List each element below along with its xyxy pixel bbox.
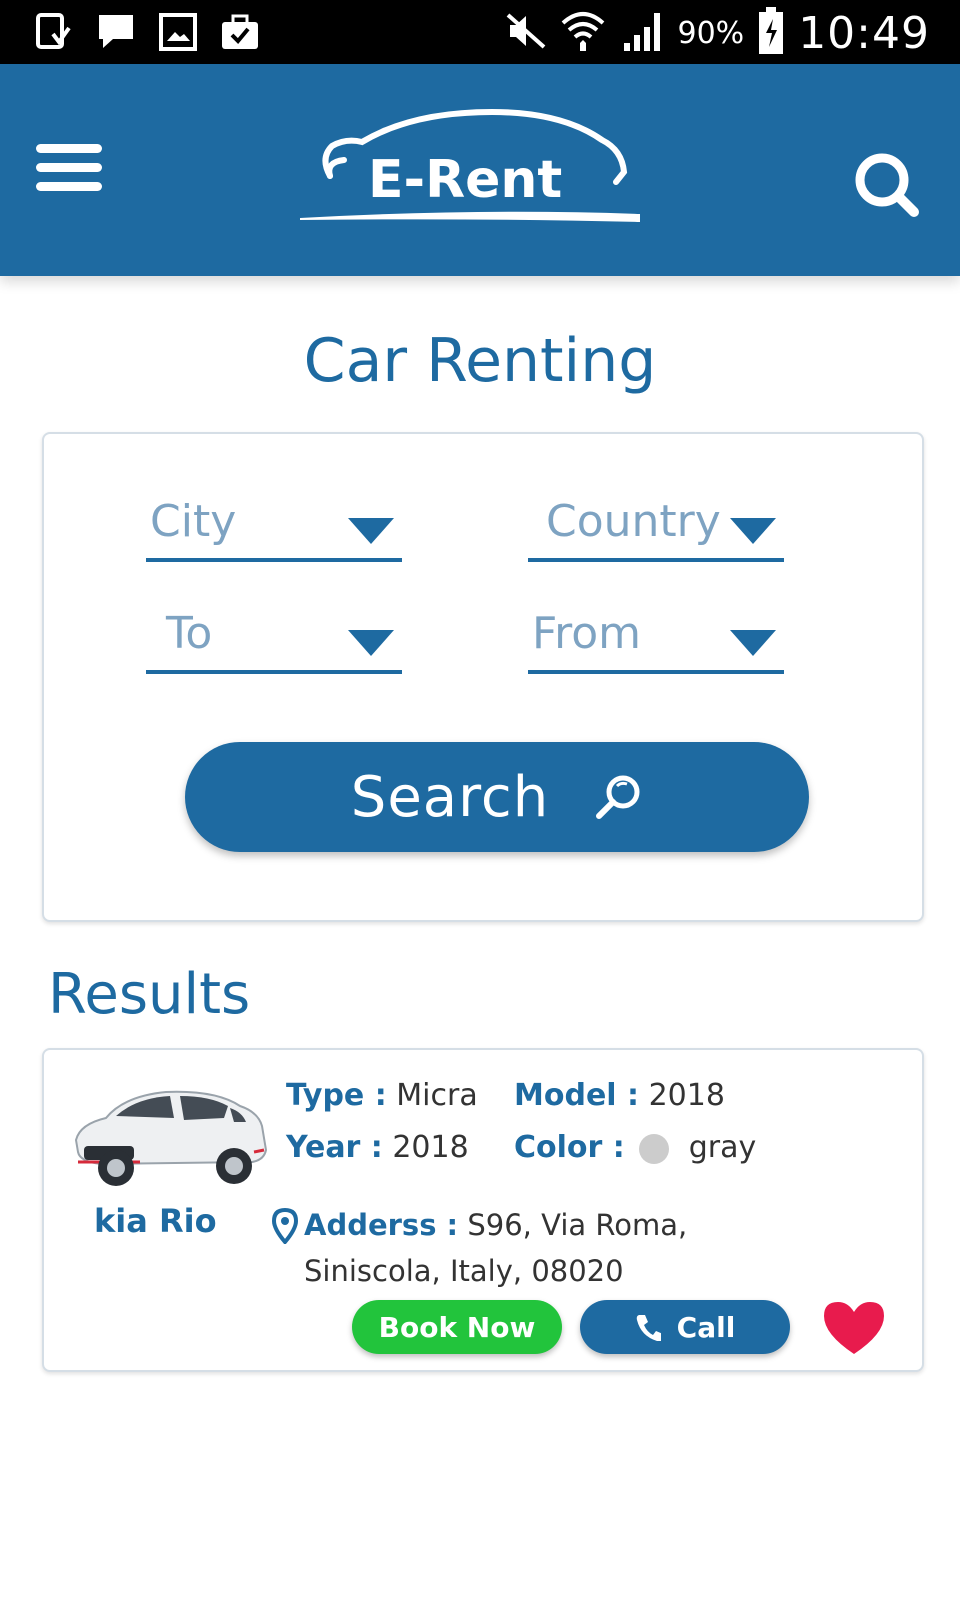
app-logo: E-Rent [300, 104, 660, 244]
app-bar: E-Rent [0, 64, 960, 276]
clock: 10:49 [798, 7, 930, 59]
model-value: 2018 [648, 1078, 725, 1113]
year-label: Year : [286, 1130, 383, 1165]
chevron-down-icon [730, 518, 776, 544]
country-label: Country [546, 496, 721, 547]
year-field: Year : 2018 [286, 1130, 469, 1165]
menu-icon-bar [36, 144, 102, 153]
address-line1: S96, Via Roma, [467, 1208, 688, 1242]
chevron-down-icon [730, 630, 776, 656]
logo-text: E-Rent [368, 150, 563, 210]
to-label: To [166, 608, 213, 659]
city-label: City [150, 496, 237, 547]
result-card: kia Rio Type : Micra Model : 2018 Year :… [42, 1048, 924, 1372]
battery-icon [758, 7, 784, 59]
address-line2: Siniscola, Italy, 08020 [304, 1254, 624, 1288]
image-icon [158, 12, 198, 52]
menu-icon-bar [36, 182, 102, 191]
address-field: Adderss : S96, Via Roma, [304, 1208, 724, 1242]
year-value: 2018 [392, 1130, 469, 1165]
menu-icon-bar [36, 163, 102, 172]
type-field: Type : Micra [286, 1078, 478, 1113]
notification-icons [34, 12, 260, 52]
search-submit-button[interactable]: Search [185, 742, 809, 852]
from-dropdown[interactable]: From [528, 600, 784, 674]
chevron-down-icon [348, 630, 394, 656]
address-label: Adderss : [304, 1208, 459, 1242]
city-dropdown[interactable]: City [146, 488, 402, 562]
phone-icon [636, 1315, 661, 1341]
results-heading: Results [48, 962, 251, 1027]
to-dropdown[interactable]: To [146, 600, 402, 674]
country-dropdown[interactable]: Country [528, 488, 784, 562]
favorite-heart-icon[interactable] [822, 1298, 886, 1358]
status-bar: 90% 10:49 [0, 0, 960, 64]
color-swatch [638, 1133, 669, 1164]
car-name: kia Rio [94, 1202, 217, 1240]
briefcase-icon [220, 12, 260, 52]
model-field: Model : 2018 [514, 1078, 725, 1113]
search-button-label: Search [350, 764, 550, 830]
magnifier-icon [596, 775, 640, 819]
book-now-button[interactable]: Book Now [352, 1300, 562, 1354]
model-label: Model : [514, 1078, 640, 1113]
menu-button[interactable] [36, 144, 104, 194]
system-icons: 90% 10:49 [504, 4, 931, 62]
location-pin-icon [272, 1208, 298, 1244]
car-image [74, 1090, 268, 1186]
color-field: Color : gray [514, 1130, 756, 1165]
chevron-down-icon [348, 518, 394, 544]
message-icon [96, 12, 136, 52]
call-button[interactable]: Call [580, 1300, 790, 1354]
color-label: Color : [514, 1130, 625, 1165]
mute-icon [504, 11, 546, 55]
search-icon [855, 153, 919, 217]
from-label: From [532, 608, 642, 659]
search-button[interactable] [852, 150, 924, 222]
call-button-label: Call [676, 1310, 736, 1344]
wifi-icon [560, 9, 606, 57]
page-title: Car Renting [303, 326, 657, 396]
signal-icon [620, 9, 664, 57]
color-value: gray [688, 1130, 757, 1165]
download-icon [34, 12, 74, 52]
battery-percent: 90% [677, 15, 745, 51]
search-form-card: City Country To From Search [42, 432, 924, 922]
type-label: Type : [286, 1078, 387, 1113]
type-value: Micra [396, 1078, 478, 1113]
